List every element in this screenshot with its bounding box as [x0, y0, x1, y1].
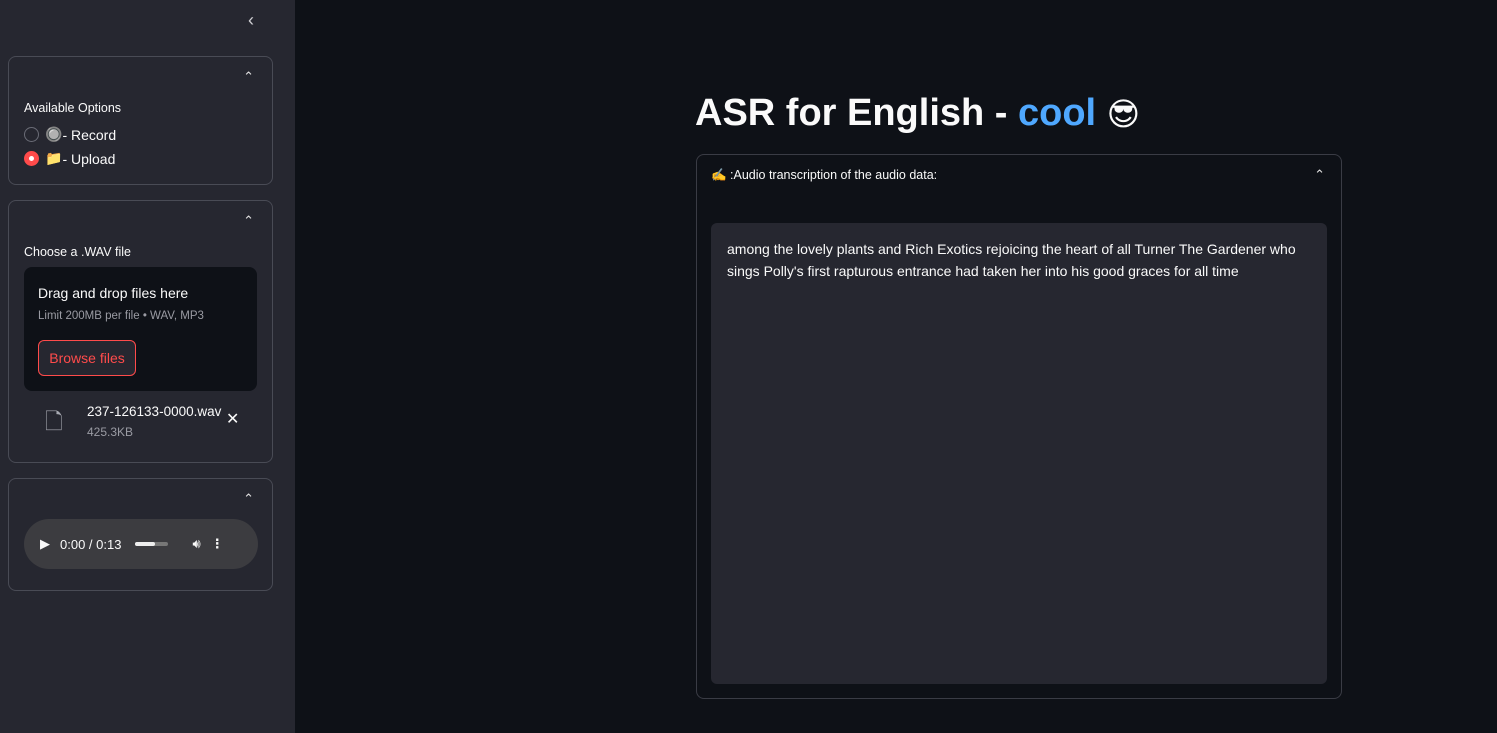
- radio-record[interactable]: 🔘 - Record: [24, 126, 116, 143]
- audio-player: ▶ 0:00 / 0:13 🔊︎ ⋮: [24, 519, 258, 569]
- file-size: 425.3KB: [87, 425, 134, 439]
- radio-circle[interactable]: [24, 127, 39, 142]
- record-icon: 🔘: [45, 126, 63, 142]
- sunglasses-emoji-icon: 😎: [1106, 96, 1141, 132]
- limit-text: Limit 200MB per file • WAV, MP3: [38, 310, 204, 322]
- file-icon: 🗋: [45, 409, 63, 434]
- play-icon[interactable]: ▶: [40, 536, 50, 552]
- title-text: ASR for English -: [695, 92, 1018, 134]
- collapse-sidebar-button[interactable]: ‹: [248, 10, 254, 31]
- title-accent: cool: [1018, 92, 1097, 134]
- time-readout: 0:00 / 0:13: [60, 536, 122, 552]
- radio-label: - Record: [62, 126, 117, 143]
- page-title: ASR for English - cool 😎: [695, 92, 1140, 135]
- options-panel: ⌃ Available Options 🔘 - Record 📁 - Uploa…: [8, 56, 273, 185]
- player-panel: ⌃ ▶ 0:00 / 0:13 🔊︎ ⋮: [8, 478, 273, 591]
- chevron-up-icon[interactable]: ⌃: [243, 69, 254, 85]
- radio-upload[interactable]: 📁 - Upload: [24, 150, 115, 167]
- drop-zone[interactable]: Drag and drop files here Limit 200MB per…: [24, 267, 257, 391]
- folder-icon: 📁: [45, 150, 63, 166]
- drop-title: Drag and drop files here: [38, 285, 189, 301]
- chevron-up-icon[interactable]: ⌃: [1314, 167, 1325, 183]
- options-label: Available Options: [24, 101, 122, 115]
- transcription-expander: ✍️ :Audio transcription of the audio dat…: [696, 154, 1342, 699]
- chevron-up-icon[interactable]: ⌃: [243, 491, 254, 507]
- remove-file-icon[interactable]: ✕: [226, 409, 239, 429]
- volume-slider[interactable]: [135, 542, 169, 546]
- uploader-panel: ⌃ Choose a .WAV file Drag and drop files…: [8, 200, 273, 463]
- chevron-up-icon[interactable]: ⌃: [243, 213, 254, 229]
- volume-icon[interactable]: 🔊︎: [192, 536, 200, 552]
- radio-circle[interactable]: [24, 151, 39, 166]
- file-name: 237-126133-0000.wav: [87, 404, 222, 419]
- expander-label[interactable]: ✍️ :Audio transcription of the audio dat…: [711, 168, 937, 183]
- transcription-textarea[interactable]: among the lovely plants and Rich Exotics…: [711, 223, 1327, 684]
- more-options-icon[interactable]: ⋮: [211, 536, 224, 552]
- browse-files-button[interactable]: Browse files: [38, 340, 136, 376]
- sidebar: ‹ ⌃ Available Options 🔘 - Record 📁 - Upl…: [0, 0, 295, 733]
- radio-label: - Upload: [62, 150, 116, 167]
- uploader-label: Choose a .WAV file: [24, 245, 131, 259]
